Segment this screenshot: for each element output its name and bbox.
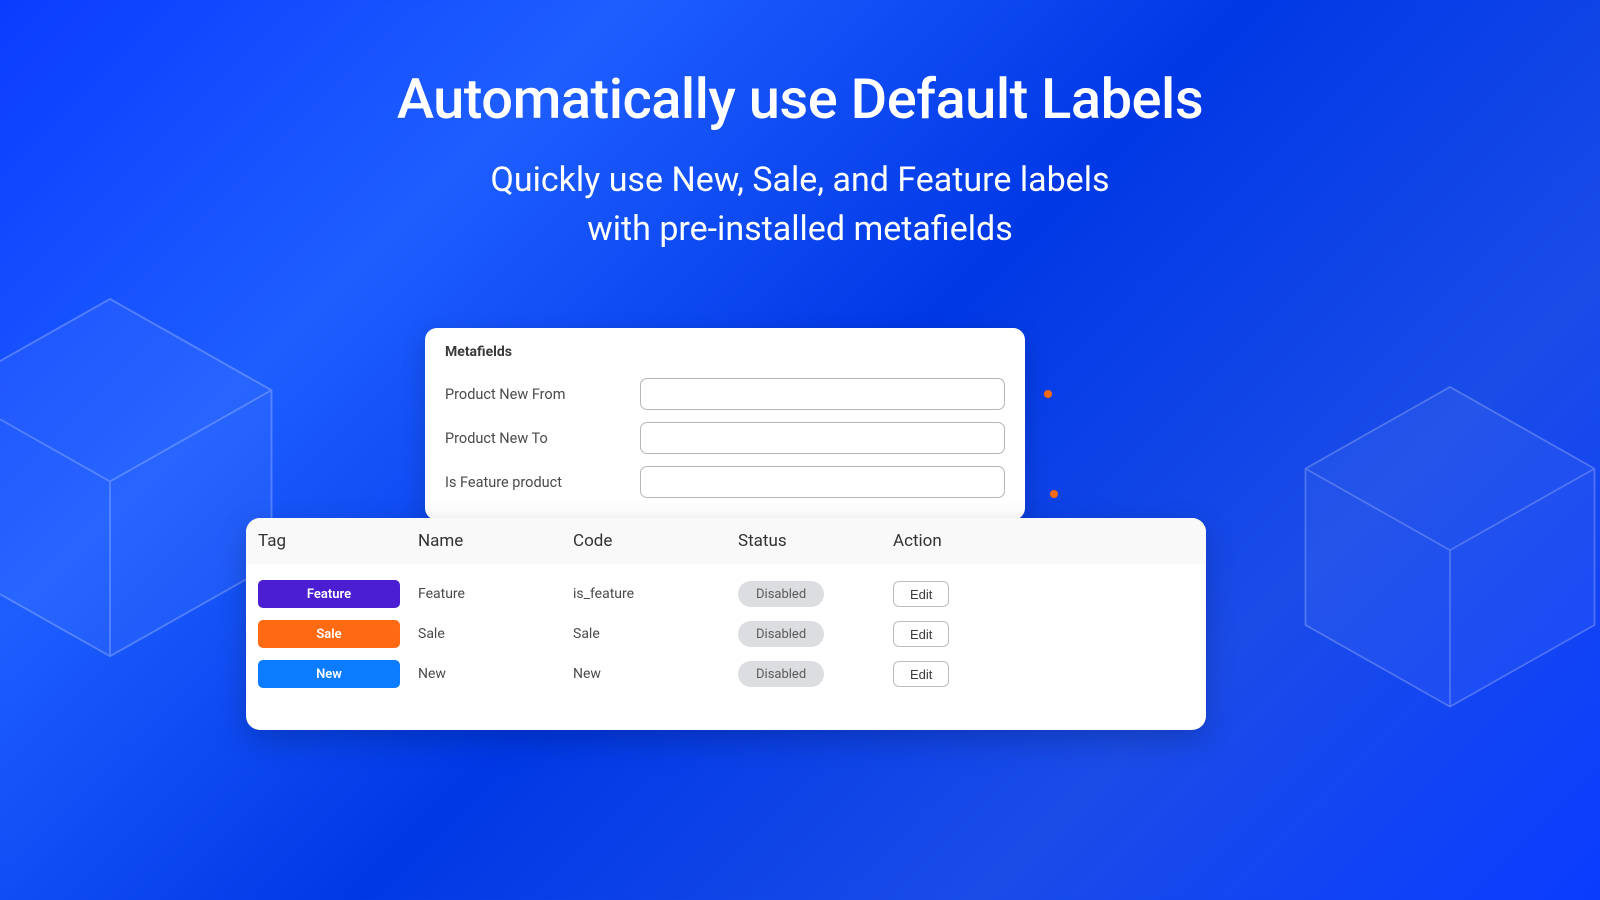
cell-name: Sale bbox=[418, 626, 573, 642]
tag-pill-feature: Feature bbox=[258, 580, 400, 608]
status-badge: Disabled bbox=[738, 581, 824, 607]
col-action: Action bbox=[893, 531, 1194, 551]
metafields-card: Metafields Product New From Product New … bbox=[425, 328, 1025, 520]
table-body: Feature Feature is_feature Disabled Edit… bbox=[246, 564, 1206, 730]
product-new-from-input[interactable] bbox=[640, 378, 1005, 410]
accent-dot-icon bbox=[1044, 390, 1052, 398]
metafield-row-product-new-from: Product New From bbox=[445, 378, 1005, 410]
tag-pill-sale: Sale bbox=[258, 620, 400, 648]
metafield-label: Is Feature product bbox=[445, 474, 640, 491]
edit-button[interactable]: Edit bbox=[893, 581, 949, 607]
subtitle-line-2: with pre-installed metafields bbox=[587, 209, 1013, 249]
table-row: Sale Sale Sale Disabled Edit bbox=[258, 614, 1194, 654]
metafield-row-is-feature: Is Feature product bbox=[445, 466, 1005, 498]
cell-code: New bbox=[573, 666, 738, 682]
metafield-label: Product New From bbox=[445, 386, 640, 403]
table-row: Feature Feature is_feature Disabled Edit bbox=[258, 574, 1194, 614]
edit-button[interactable]: Edit bbox=[893, 661, 949, 687]
page-subtitle: Quickly use New, Sale, and Feature label… bbox=[0, 156, 1600, 255]
decorative-cube-right bbox=[1280, 370, 1600, 710]
col-code: Code bbox=[573, 531, 738, 551]
col-name: Name bbox=[418, 531, 573, 551]
table-row: New New New Disabled Edit bbox=[258, 654, 1194, 694]
status-badge: Disabled bbox=[738, 661, 824, 687]
table-header: Tag Name Code Status Action bbox=[246, 518, 1206, 564]
col-tag: Tag bbox=[258, 531, 418, 551]
page-title: Automatically use Default Labels bbox=[0, 0, 1600, 132]
metafields-card-title: Metafields bbox=[445, 344, 1005, 360]
cell-name: Feature bbox=[418, 586, 573, 602]
metafield-row-product-new-to: Product New To bbox=[445, 422, 1005, 454]
cell-name: New bbox=[418, 666, 573, 682]
metafield-label: Product New To bbox=[445, 430, 640, 447]
col-status: Status bbox=[738, 531, 893, 551]
cell-code: is_feature bbox=[573, 586, 738, 602]
labels-table-card: Tag Name Code Status Action Feature Feat… bbox=[246, 518, 1206, 730]
subtitle-line-1: Quickly use New, Sale, and Feature label… bbox=[490, 160, 1109, 200]
accent-dot-icon bbox=[1050, 490, 1058, 498]
product-new-to-input[interactable] bbox=[640, 422, 1005, 454]
edit-button[interactable]: Edit bbox=[893, 621, 949, 647]
tag-pill-new: New bbox=[258, 660, 400, 688]
cell-code: Sale bbox=[573, 626, 738, 642]
is-feature-product-input[interactable] bbox=[640, 466, 1005, 498]
status-badge: Disabled bbox=[738, 621, 824, 647]
